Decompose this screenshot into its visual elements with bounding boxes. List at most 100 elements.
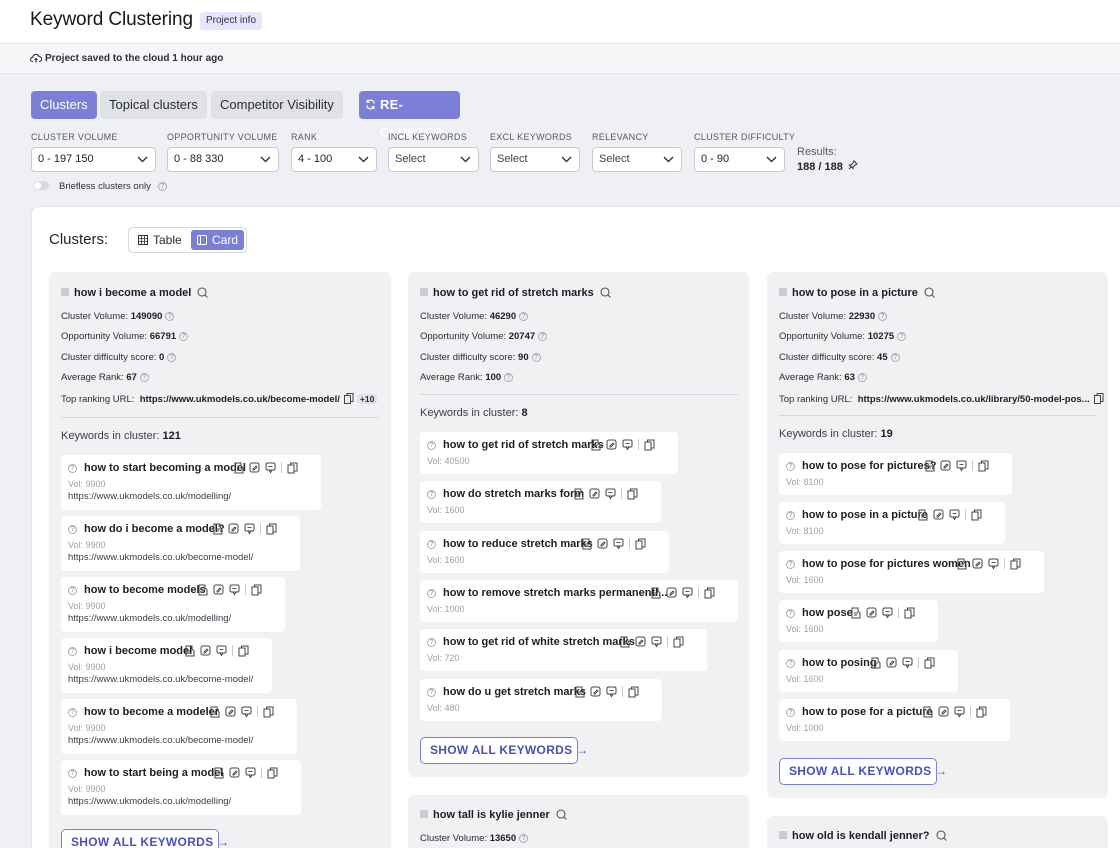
brief-icon[interactable]	[650, 587, 661, 599]
incl-keywords-select[interactable]: Select	[388, 147, 479, 172]
brief-icon[interactable]	[917, 509, 928, 521]
keyword-card[interactable]: ? how to pose for pictures? Vol: 8100	[779, 453, 1012, 495]
cluster-difficulty-select[interactable]: 0 - 90	[694, 147, 785, 172]
copy-icon[interactable]	[263, 706, 274, 718]
keyword-card[interactable]: ? how do i become a model? Vol: 9900 https:…	[61, 516, 300, 571]
brief-icon[interactable]	[924, 460, 935, 472]
top-ranking-url[interactable]: https://www.ukmodels.co.uk/become-model/	[140, 394, 340, 405]
comment-icon[interactable]	[606, 686, 617, 698]
edit-icon[interactable]	[972, 558, 983, 570]
brief-icon[interactable]	[581, 538, 592, 550]
brief-icon[interactable]	[197, 584, 208, 596]
search-icon[interactable]	[556, 809, 567, 820]
help-icon[interactable]: ?	[890, 352, 900, 362]
help-icon[interactable]: ?	[786, 462, 795, 471]
search-icon[interactable]	[197, 287, 209, 298]
help-icon[interactable]: ?	[158, 182, 167, 191]
copy-icon[interactable]	[267, 767, 278, 779]
help-icon[interactable]: ?	[786, 560, 795, 569]
copy-icon[interactable]	[673, 636, 684, 648]
help-icon[interactable]: ?	[519, 833, 529, 843]
cluster-title[interactable]: how tall is kylie jenner	[420, 809, 567, 821]
brief-icon[interactable]	[619, 636, 630, 648]
help-icon[interactable]: ?	[427, 638, 436, 647]
copy-icon[interactable]	[238, 645, 249, 657]
copy-icon[interactable]	[628, 686, 639, 698]
help-icon[interactable]: ?	[878, 311, 888, 321]
edit-icon[interactable]	[933, 509, 944, 521]
edit-icon[interactable]	[213, 584, 224, 596]
keyword-card[interactable]: ? how to remove stretch marks permanentl.…	[420, 580, 738, 622]
help-icon[interactable]: ?	[857, 372, 867, 382]
copy-icon[interactable]	[287, 462, 298, 474]
brief-icon[interactable]	[213, 767, 224, 779]
brief-icon[interactable]	[209, 706, 220, 718]
show-all-keywords-button[interactable]: SHOW ALL KEYWORDS →	[420, 737, 588, 764]
copy-icon[interactable]	[904, 607, 915, 619]
cluster-checkbox[interactable]	[61, 288, 69, 296]
keyword-card[interactable]: ? how i become model Vol: 9900 https://www.…	[61, 638, 272, 693]
comment-icon[interactable]	[949, 509, 960, 521]
search-icon[interactable]	[924, 287, 935, 298]
edit-icon[interactable]	[590, 686, 601, 698]
keyword-url[interactable]: https://www.ukmodels.co.uk/become-model/	[68, 735, 253, 746]
tab-clusters[interactable]: Clusters	[31, 91, 97, 119]
rank-select[interactable]: 4 - 100	[291, 147, 377, 172]
more-urls-badge[interactable]: +10	[356, 394, 378, 404]
help-icon[interactable]: ?	[427, 441, 436, 450]
help-icon[interactable]: ?	[897, 331, 907, 341]
brief-icon[interactable]	[573, 488, 584, 500]
help-icon[interactable]: ?	[167, 352, 177, 362]
help-icon[interactable]: ?	[139, 372, 149, 382]
brief-icon[interactable]	[212, 523, 223, 535]
brief-icon[interactable]	[850, 607, 861, 619]
keyword-card[interactable]: ? how to pose for pictures women Vol: 1600	[779, 551, 1044, 593]
help-icon[interactable]: ?	[165, 311, 175, 321]
pin-icon[interactable]	[848, 160, 858, 170]
copy-icon[interactable]	[627, 488, 638, 500]
comment-icon[interactable]	[651, 636, 662, 648]
copy-icon[interactable]	[971, 509, 982, 521]
comment-icon[interactable]	[682, 587, 693, 599]
cluster-checkbox[interactable]	[779, 831, 787, 839]
copy-icon[interactable]	[635, 538, 646, 550]
tab-topical-clusters[interactable]: Topical clusters	[100, 91, 207, 119]
keyword-card[interactable]: ? how pose Vol: 1600	[779, 600, 938, 642]
edit-icon[interactable]	[200, 645, 211, 657]
search-icon[interactable]	[600, 287, 611, 298]
help-icon[interactable]: ?	[68, 769, 77, 778]
show-all-keywords-button[interactable]: SHOW ALL KEYWORDS →	[779, 758, 947, 785]
keyword-url[interactable]: https://www.ukmodels.co.uk/become-model/	[68, 674, 253, 685]
cluster-title[interactable]: how i become a model	[61, 287, 209, 299]
help-icon[interactable]: ?	[68, 586, 77, 595]
comment-icon[interactable]	[229, 584, 240, 596]
cluster-title[interactable]: how to get rid of stretch marks	[420, 287, 611, 299]
edit-icon[interactable]	[635, 636, 646, 648]
brief-icon[interactable]	[956, 558, 967, 570]
brief-icon[interactable]	[870, 657, 881, 669]
cluster-title[interactable]: how old is kendall jenner?	[779, 830, 947, 842]
view-table-button[interactable]: Table	[132, 230, 190, 250]
cluster-checkbox[interactable]	[420, 288, 428, 296]
top-ranking-url[interactable]: https://www.ukmodels.co.uk/library/50-mo…	[858, 394, 1090, 405]
help-icon[interactable]: ?	[179, 331, 189, 341]
comment-icon[interactable]	[902, 657, 913, 669]
search-icon[interactable]	[935, 830, 947, 841]
keyword-card[interactable]: ? how to reduce stretch marks Vol: 1600	[420, 531, 669, 573]
keyword-card[interactable]: ? how to get rid of white stretch marks Vo…	[420, 629, 707, 671]
cluster-checkbox[interactable]	[779, 288, 787, 296]
help-icon[interactable]: ?	[68, 708, 77, 717]
help-icon[interactable]: ?	[427, 589, 436, 598]
copy-icon[interactable]	[704, 587, 715, 599]
brief-icon[interactable]	[184, 645, 195, 657]
copy-icon[interactable]	[343, 393, 354, 404]
help-icon[interactable]: ?	[519, 311, 529, 321]
keyword-card[interactable]: ? how to become a modeler Vol: 9900 https:/…	[61, 699, 297, 754]
brief-icon[interactable]	[574, 686, 585, 698]
copy-icon[interactable]	[251, 584, 262, 596]
help-icon[interactable]: ?	[786, 708, 795, 717]
copy-icon[interactable]	[1010, 558, 1021, 570]
view-card-button[interactable]: Card	[191, 230, 244, 250]
copy-icon[interactable]	[978, 460, 989, 472]
comment-icon[interactable]	[956, 460, 967, 472]
